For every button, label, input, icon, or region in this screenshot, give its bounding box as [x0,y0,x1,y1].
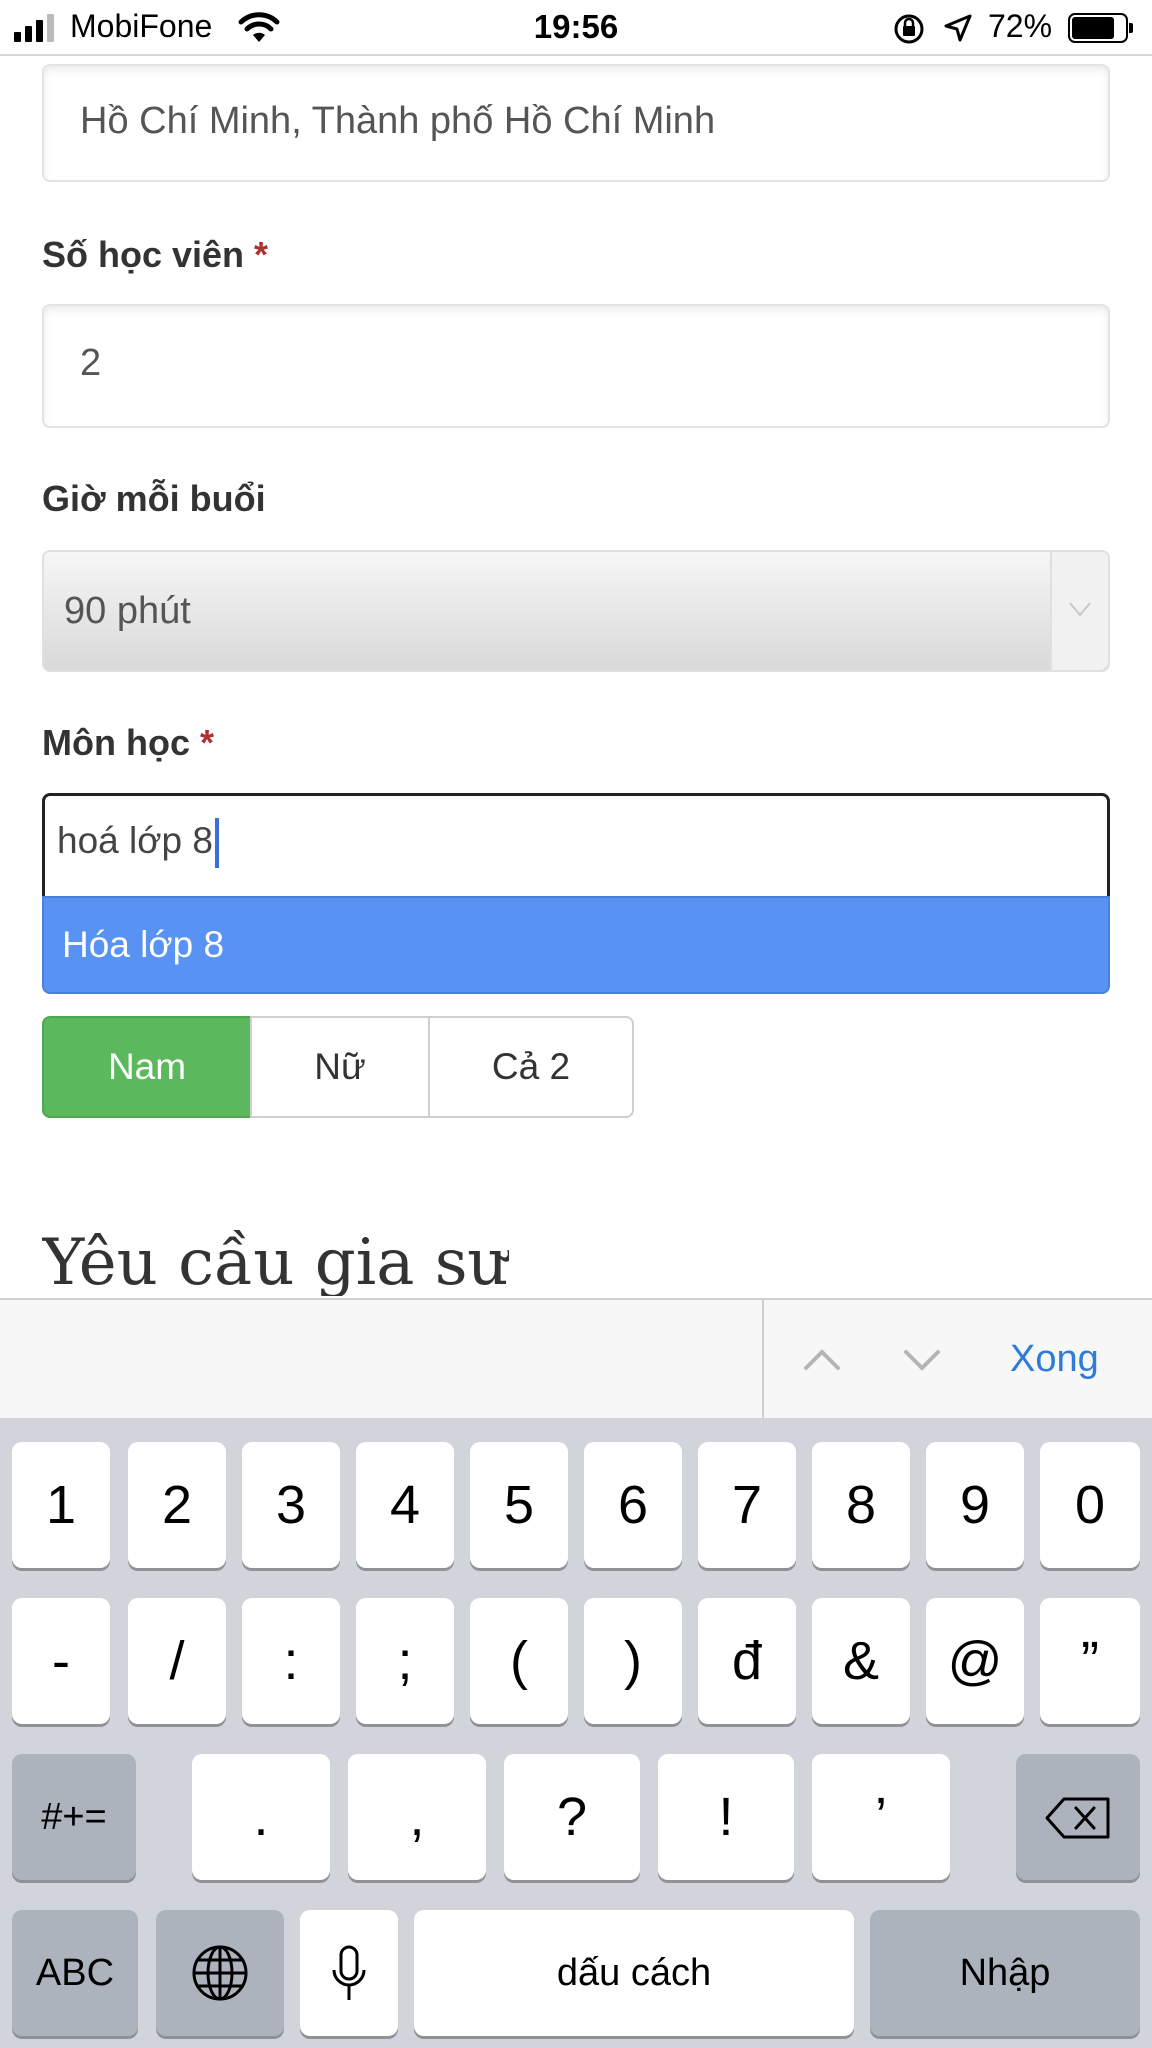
globe-icon [192,1945,248,2001]
key-minus[interactable]: - [12,1598,110,1724]
chevron-up-icon[interactable] [802,1340,842,1380]
keyboard-toolbar: Xong [0,1298,1152,1420]
chevron-down-icon [1069,602,1091,617]
subject-input[interactable]: hoá lớp 8 [42,793,1110,896]
key-3[interactable]: 3 [242,1442,340,1568]
key-at[interactable]: @ [926,1598,1024,1724]
required-marker: * [199,722,214,763]
key-colon[interactable]: : [242,1598,340,1724]
key-open-paren[interactable]: ( [470,1598,568,1724]
subject-label-text: Môn học [42,722,190,763]
key-d-stroke[interactable]: đ [698,1598,796,1724]
duration-value: 90 phút [64,590,191,632]
address-value: Hồ Chí Minh, Thành phố Hồ Chí Minh [80,100,716,142]
section-title: Yêu cầu gia sư [42,1226,509,1296]
location-arrow-icon [944,14,972,42]
key-period[interactable]: . [192,1754,330,1880]
chevron-down-icon[interactable] [902,1340,942,1380]
key-more-symbols[interactable]: #+= [12,1754,136,1880]
key-8[interactable]: 8 [812,1442,910,1568]
key-7[interactable]: 7 [698,1442,796,1568]
autocomplete-suggestion[interactable]: Hóa lớp 8 [42,896,1110,994]
select-arrow[interactable] [1050,552,1108,670]
students-label-text: Số học viên [42,234,245,275]
toolbar-separator [762,1300,764,1420]
students-label: Số học viên * [42,234,268,276]
key-9[interactable]: 9 [926,1442,1024,1568]
status-bar: MobiFone 19:56 72% [0,0,1152,56]
microphone-key[interactable] [300,1910,398,2036]
globe-key[interactable] [156,1910,284,2036]
key-slash[interactable]: / [128,1598,226,1724]
students-value: 2 [80,342,102,384]
backspace-key[interactable] [1016,1754,1140,1880]
abc-key[interactable]: ABC [12,1910,138,2036]
key-ampersand[interactable]: & [812,1598,910,1724]
battery-percent: 72% [988,8,1053,44]
required-marker: * [254,234,269,275]
orientation-lock-icon [894,14,924,44]
gender-option-ca-2[interactable]: Cả 2 [428,1016,634,1118]
key-1[interactable]: 1 [12,1442,110,1568]
key-close-paren[interactable]: ) [584,1598,682,1724]
address-field[interactable]: Hồ Chí Minh, Thành phố Hồ Chí Minh [42,64,1110,182]
key-question[interactable]: ? [504,1754,640,1880]
status-divider [0,54,1152,56]
key-5[interactable]: 5 [470,1442,568,1568]
space-key[interactable]: dấu cách [414,1910,854,2036]
key-comma[interactable]: , [348,1754,486,1880]
key-semicolon[interactable]: ; [356,1598,454,1724]
gender-option-nu[interactable]: Nữ [250,1016,430,1118]
microphone-icon [332,1945,366,2000]
duration-select[interactable]: 90 phút [42,550,1110,672]
subject-label: Môn học * [42,722,214,764]
students-input[interactable]: 2 [42,304,1110,428]
gender-option-nam[interactable]: Nam [42,1016,252,1118]
key-4[interactable]: 4 [356,1442,454,1568]
key-0[interactable]: 0 [1040,1442,1140,1568]
subject-value: hoá lớp 8 [57,819,213,861]
key-exclamation[interactable]: ! [658,1754,794,1880]
text-caret [214,818,219,868]
battery-icon [1068,13,1134,43]
key-2[interactable]: 2 [128,1442,226,1568]
key-apostrophe[interactable]: ’ [812,1754,950,1880]
done-button[interactable]: Xong [1010,1338,1099,1381]
key-quote[interactable]: ” [1040,1598,1140,1724]
clock: 19:56 [533,8,619,45]
backspace-icon [1045,1797,1110,1839]
keyboard: 1 2 3 4 5 6 7 8 9 0 - / : ; ( ) đ & @ ” … [0,1418,1152,2048]
return-key[interactable]: Nhập [870,1910,1140,2036]
key-6[interactable]: 6 [584,1442,682,1568]
duration-label: Giờ mỗi buổi [42,478,266,519]
suggestion-label: Hóa lớp 8 [62,924,225,965]
